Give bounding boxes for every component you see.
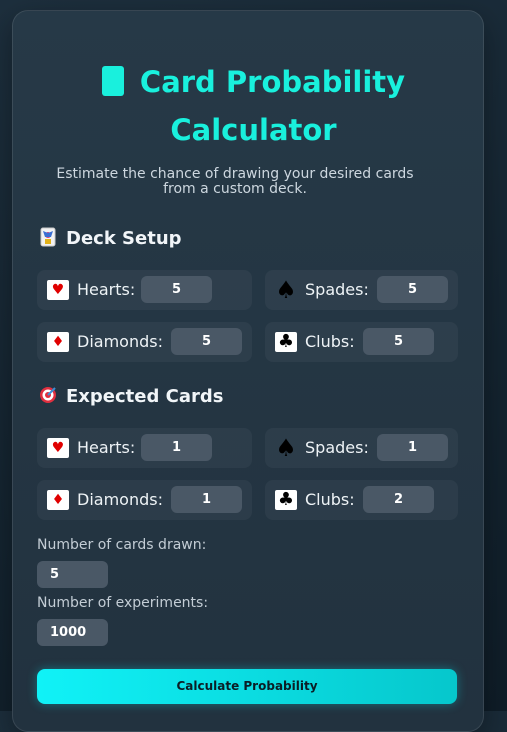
expected-diamonds-input[interactable]: 1: [171, 486, 242, 513]
deck-setup-heading: Deck Setup: [38, 227, 182, 249]
spade-icon: ♠: [275, 276, 297, 304]
deck-clubs-input[interactable]: 5: [363, 328, 434, 355]
expected-clubs-label: Clubs:: [305, 490, 355, 509]
subtitle-line-2: from a custom deck.: [163, 181, 307, 197]
expected-clubs-field: ♣ Clubs: 2: [265, 480, 458, 520]
experiments-label: Number of experiments:: [37, 595, 209, 611]
deck-spades-field: ♠ Spades: 5: [265, 270, 458, 310]
deck-diamonds-label: Diamonds:: [77, 332, 163, 351]
deck-clubs-label: Clubs:: [305, 332, 355, 351]
expected-cards-heading: Expected Cards: [38, 385, 223, 407]
expected-cards-title: Expected Cards: [66, 386, 224, 407]
heart-icon: ♥: [47, 280, 69, 300]
expected-spades-input[interactable]: 1: [377, 434, 448, 461]
deck-diamonds-field: ♦ Diamonds: 5: [37, 322, 252, 362]
page-subtitle: Estimate the chance of drawing your desi…: [30, 167, 440, 197]
title-line-1: Card Probability: [139, 65, 406, 99]
deck-hearts-label: Hearts:: [77, 280, 136, 299]
expected-clubs-input[interactable]: 2: [363, 486, 434, 513]
deck-hearts-input[interactable]: 5: [141, 276, 212, 303]
expected-hearts-label: Hearts:: [77, 438, 136, 457]
heart-icon: ♥: [47, 438, 69, 458]
deck-spades-label: Spades:: [305, 280, 369, 299]
club-icon: ♣: [275, 332, 297, 352]
target-icon: [40, 387, 56, 403]
calculate-probability-button[interactable]: Calculate Probability: [37, 669, 457, 704]
deck-hearts-field: ♥ Hearts: 5: [37, 270, 252, 310]
page-title: Card Probability Calculator: [0, 58, 507, 154]
expected-spades-label: Spades:: [305, 438, 369, 457]
expected-hearts-field: ♥ Hearts: 1: [37, 428, 252, 468]
deck-diamonds-input[interactable]: 5: [171, 328, 242, 355]
expected-hearts-input[interactable]: 1: [141, 434, 212, 461]
cards-drawn-label: Number of cards drawn:: [37, 537, 207, 553]
subtitle-line-1: Estimate the chance of drawing your desi…: [56, 166, 414, 182]
deck-clubs-field: ♣ Clubs: 5: [265, 322, 458, 362]
joker-card-icon: [40, 227, 56, 247]
cards-drawn-input[interactable]: 5: [37, 561, 108, 588]
spade-icon: ♠: [275, 434, 297, 462]
expected-diamonds-field: ♦ Diamonds: 1: [37, 480, 252, 520]
expected-diamonds-label: Diamonds:: [77, 490, 163, 509]
expected-spades-field: ♠ Spades: 1: [265, 428, 458, 468]
deck-setup-title: Deck Setup: [66, 228, 182, 249]
club-icon: ♣: [275, 490, 297, 510]
diamond-icon: ♦: [47, 490, 69, 510]
deck-spades-input[interactable]: 5: [377, 276, 448, 303]
diamond-icon: ♦: [47, 332, 69, 352]
card-icon: [101, 66, 124, 96]
title-line-2: Calculator: [170, 113, 337, 147]
experiments-input[interactable]: 1000: [37, 619, 108, 646]
